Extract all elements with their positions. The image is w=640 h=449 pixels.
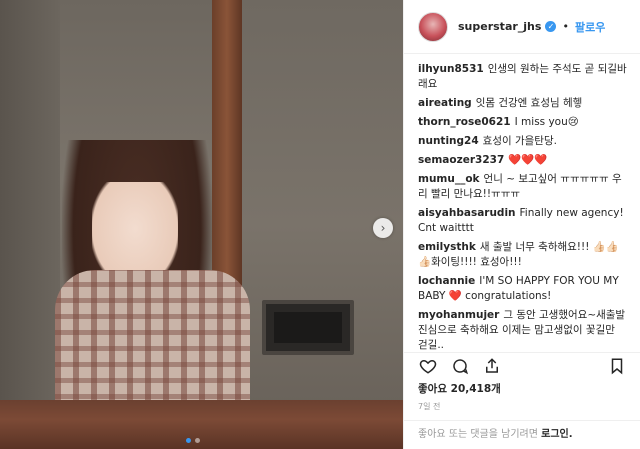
- photo-wood-beam: [212, 0, 242, 300]
- post-side-panel: superstar_jhs ✓ • 팔로우 ilhyun8531 인생의 원하는 …: [403, 0, 640, 449]
- carousel-dots: [186, 438, 200, 443]
- carousel-dot-active: [186, 438, 191, 443]
- carousel-dot: [195, 438, 200, 443]
- comment-username[interactable]: aireating: [418, 97, 472, 109]
- add-comment-text: 좋아요 또는 댓글을 남기려면: [418, 429, 538, 440]
- comment-username[interactable]: myohanmujer: [418, 309, 499, 321]
- follow-button[interactable]: 팔로우: [575, 19, 605, 35]
- next-arrow-icon[interactable]: ›: [373, 218, 393, 238]
- comment-username[interactable]: aisyahbasarudin: [418, 207, 516, 219]
- comment-text: ❤️❤️❤️: [508, 154, 548, 166]
- list-item: mumu__ok 언니 ~ 보고싶어 ㅠㅠㅠㅠㅠ 우리 빨리 만나요!!ㅠㅠㅠ: [418, 172, 627, 202]
- list-item: myohanmujer 그 동안 고생했어요~새출발 진심으로 축하해요 이제는 …: [418, 308, 627, 350]
- list-item: thorn_rose0621 I miss you😢: [418, 115, 627, 130]
- add-comment-prompt: 좋아요 또는 댓글을 남기려면 로그인.: [404, 420, 640, 449]
- comment-username[interactable]: semaozer3237: [418, 154, 504, 166]
- likes-count[interactable]: 좋아요 20,418개: [418, 381, 501, 396]
- photo-vent: [262, 300, 354, 355]
- login-link[interactable]: 로그인.: [541, 429, 572, 440]
- save-icon[interactable]: [607, 356, 627, 376]
- share-icon[interactable]: [482, 356, 502, 376]
- comment-username[interactable]: mumu__ok: [418, 173, 480, 185]
- comment-username[interactable]: ilhyun8531: [418, 63, 484, 75]
- avatar[interactable]: [418, 11, 448, 42]
- heart-icon[interactable]: [418, 356, 438, 376]
- header-separator: •: [562, 20, 569, 33]
- post-header: superstar_jhs ✓ • 팔로우: [404, 0, 640, 54]
- comment-text: I miss you😢: [514, 116, 579, 128]
- comment-text: 잇몸 건강엔 효성님 헤헿: [475, 97, 583, 109]
- list-item: nunting24 효성이 가을탄당.: [418, 134, 627, 149]
- list-item: semaozer3237 ❤️❤️❤️: [418, 153, 627, 168]
- comment-username[interactable]: emilysthk: [418, 241, 476, 253]
- post-time[interactable]: 7일 전: [418, 401, 440, 412]
- comment-username[interactable]: lochannie: [418, 275, 475, 287]
- photo-table: [0, 400, 403, 449]
- comment-text: 효성이 가을탄당.: [482, 135, 557, 147]
- username-link[interactable]: superstar_jhs: [458, 20, 541, 33]
- photo-wall: [0, 0, 60, 449]
- post-photo[interactable]: ›: [0, 0, 403, 449]
- list-item: emilysthk 새 출발 너무 축하해요!!! 👍🏻👍🏻👍🏻화이팅!!!! 효…: [418, 240, 627, 270]
- list-item: aireating 잇몸 건강엔 효성님 헤헿: [418, 96, 627, 111]
- comment-username[interactable]: thorn_rose0621: [418, 116, 511, 128]
- list-item: aisyahbasarudin Finally new agency! Cnt w…: [418, 206, 627, 236]
- instagram-post: › superstar_jhs ✓ • 팔로우 ilhyun8531 인생의 원하…: [0, 0, 640, 449]
- list-item: lochannie I'M SO HAPPY FOR YOU MY BABY ❤️…: [418, 274, 627, 304]
- comment-icon[interactable]: [450, 356, 470, 376]
- verified-icon: ✓: [545, 21, 557, 32]
- comments-list[interactable]: ilhyun8531 인생의 원하는 주석도 곧 되길바래요 aireating 잇…: [404, 54, 640, 350]
- post-actions: [404, 352, 640, 378]
- photo-person-shirt: [55, 270, 250, 415]
- list-item: ilhyun8531 인생의 원하는 주석도 곧 되길바래요: [418, 62, 627, 92]
- comment-username[interactable]: nunting24: [418, 135, 479, 147]
